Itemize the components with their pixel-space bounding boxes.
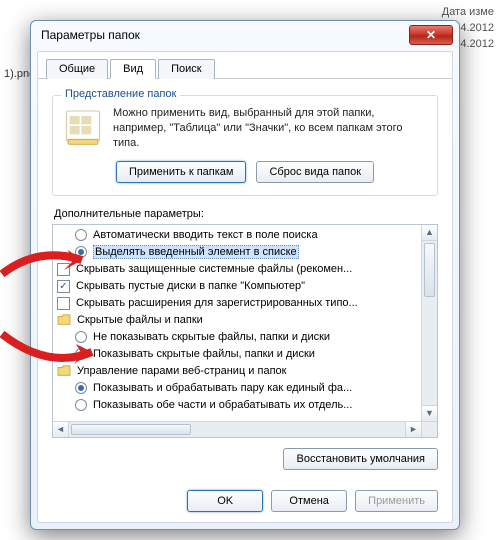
tree-row-label: Выделять введенный элемент в списке: [93, 245, 299, 259]
advanced-tree: Автоматически вводить текст в поле поиск…: [52, 224, 438, 438]
scroll-down-icon[interactable]: ▼: [422, 405, 437, 421]
checkbox[interactable]: [57, 297, 70, 310]
apply-to-folders-button[interactable]: Применить к папкам: [116, 161, 247, 183]
tab-search[interactable]: Поиск: [158, 59, 214, 79]
cancel-button[interactable]: Отмена: [271, 490, 347, 512]
scroll-right-icon[interactable]: ►: [405, 422, 421, 437]
folder-views-description: Можно применить вид, выбранный для этой …: [113, 106, 427, 151]
ok-button[interactable]: OK: [187, 490, 263, 512]
tab-strip: Общие Вид Поиск: [38, 52, 452, 79]
radio[interactable]: [75, 348, 87, 360]
tree-row-label: Скрывать расширения для зарегистрированн…: [76, 297, 358, 309]
tree-row[interactable]: Показывать и обрабатывать пару как едины…: [57, 380, 417, 397]
tree-row-label: Управление парами веб-страниц и папок: [77, 365, 286, 377]
folder-icon: [57, 314, 71, 326]
tree-row-label: Автоматически вводить текст в поле поиск…: [93, 229, 318, 241]
folder-view-icon: [63, 106, 103, 146]
tree-row-label: Не показывать скрытые файлы, папки и дис…: [93, 331, 330, 343]
tree-row: Скрытые файлы и папки: [57, 312, 417, 329]
tree-row[interactable]: Не показывать скрытые файлы, папки и дис…: [57, 329, 417, 346]
folder-options-window: Параметры папок ✕ Общие Вид Поиск Предст…: [30, 20, 460, 530]
tree-row-label: Скрывать защищенные системные файлы (рек…: [76, 263, 352, 275]
tree-row: Управление парами веб-страниц и папок: [57, 363, 417, 380]
close-button[interactable]: ✕: [409, 25, 453, 45]
restore-defaults-button[interactable]: Восстановить умолчания: [283, 448, 438, 470]
horizontal-scroll-thumb[interactable]: [71, 424, 191, 435]
folder-views-title: Представление папок: [61, 88, 180, 100]
tab-view[interactable]: Вид: [110, 59, 156, 79]
checkbox[interactable]: [57, 263, 70, 276]
tree-row[interactable]: Автоматически вводить текст в поле поиск…: [57, 227, 417, 244]
tab-general[interactable]: Общие: [46, 59, 108, 79]
folder-views-group: Представление папок Можно применить вид,…: [52, 95, 438, 196]
tree-row-label: Показывать обе части и обрабатывать их о…: [93, 399, 352, 411]
scroll-up-icon[interactable]: ▲: [422, 225, 437, 241]
tree-row[interactable]: Показывать скрытые файлы, папки и диски: [57, 346, 417, 363]
checkbox[interactable]: ✓: [57, 280, 70, 293]
folder-icon: [57, 365, 71, 377]
window-title: Параметры папок: [41, 28, 409, 42]
radio[interactable]: [75, 382, 87, 394]
tree-row[interactable]: ✓ Скрывать пустые диски в папке "Компьюте…: [57, 278, 417, 295]
column-header-date: Дата изме: [439, 4, 494, 20]
reset-folders-button[interactable]: Сброс вида папок: [256, 161, 374, 183]
scroll-corner: [421, 421, 437, 437]
tree-row-label: Скрывать пустые диски в папке "Компьютер…: [76, 280, 305, 292]
close-icon: ✕: [426, 28, 436, 42]
tree-row[interactable]: Скрывать расширения для зарегистрированн…: [57, 295, 417, 312]
radio[interactable]: [75, 399, 87, 411]
tree-row[interactable]: Выделять введенный элемент в списке: [57, 244, 417, 261]
tree-row[interactable]: Скрывать защищенные системные файлы (рек…: [57, 261, 417, 278]
horizontal-scrollbar[interactable]: ◄ ►: [53, 421, 421, 437]
radio[interactable]: [75, 331, 87, 343]
radio[interactable]: [75, 229, 87, 241]
scroll-left-icon[interactable]: ◄: [53, 422, 69, 437]
radio[interactable]: [75, 246, 87, 258]
titlebar: Параметры папок ✕: [31, 21, 459, 49]
tree-row[interactable]: Показывать обе части и обрабатывать их о…: [57, 397, 417, 414]
apply-button[interactable]: Применить: [355, 490, 438, 512]
vertical-scrollbar[interactable]: ▲ ▼: [421, 225, 437, 421]
vertical-scroll-thumb[interactable]: [424, 243, 435, 297]
tree-row-label: Показывать скрытые файлы, папки и диски: [93, 348, 315, 360]
tree-row-label: Скрытые файлы и папки: [77, 314, 203, 326]
advanced-params-label: Дополнительные параметры:: [54, 208, 436, 220]
tree-row-label: Показывать и обрабатывать пару как едины…: [93, 382, 352, 394]
